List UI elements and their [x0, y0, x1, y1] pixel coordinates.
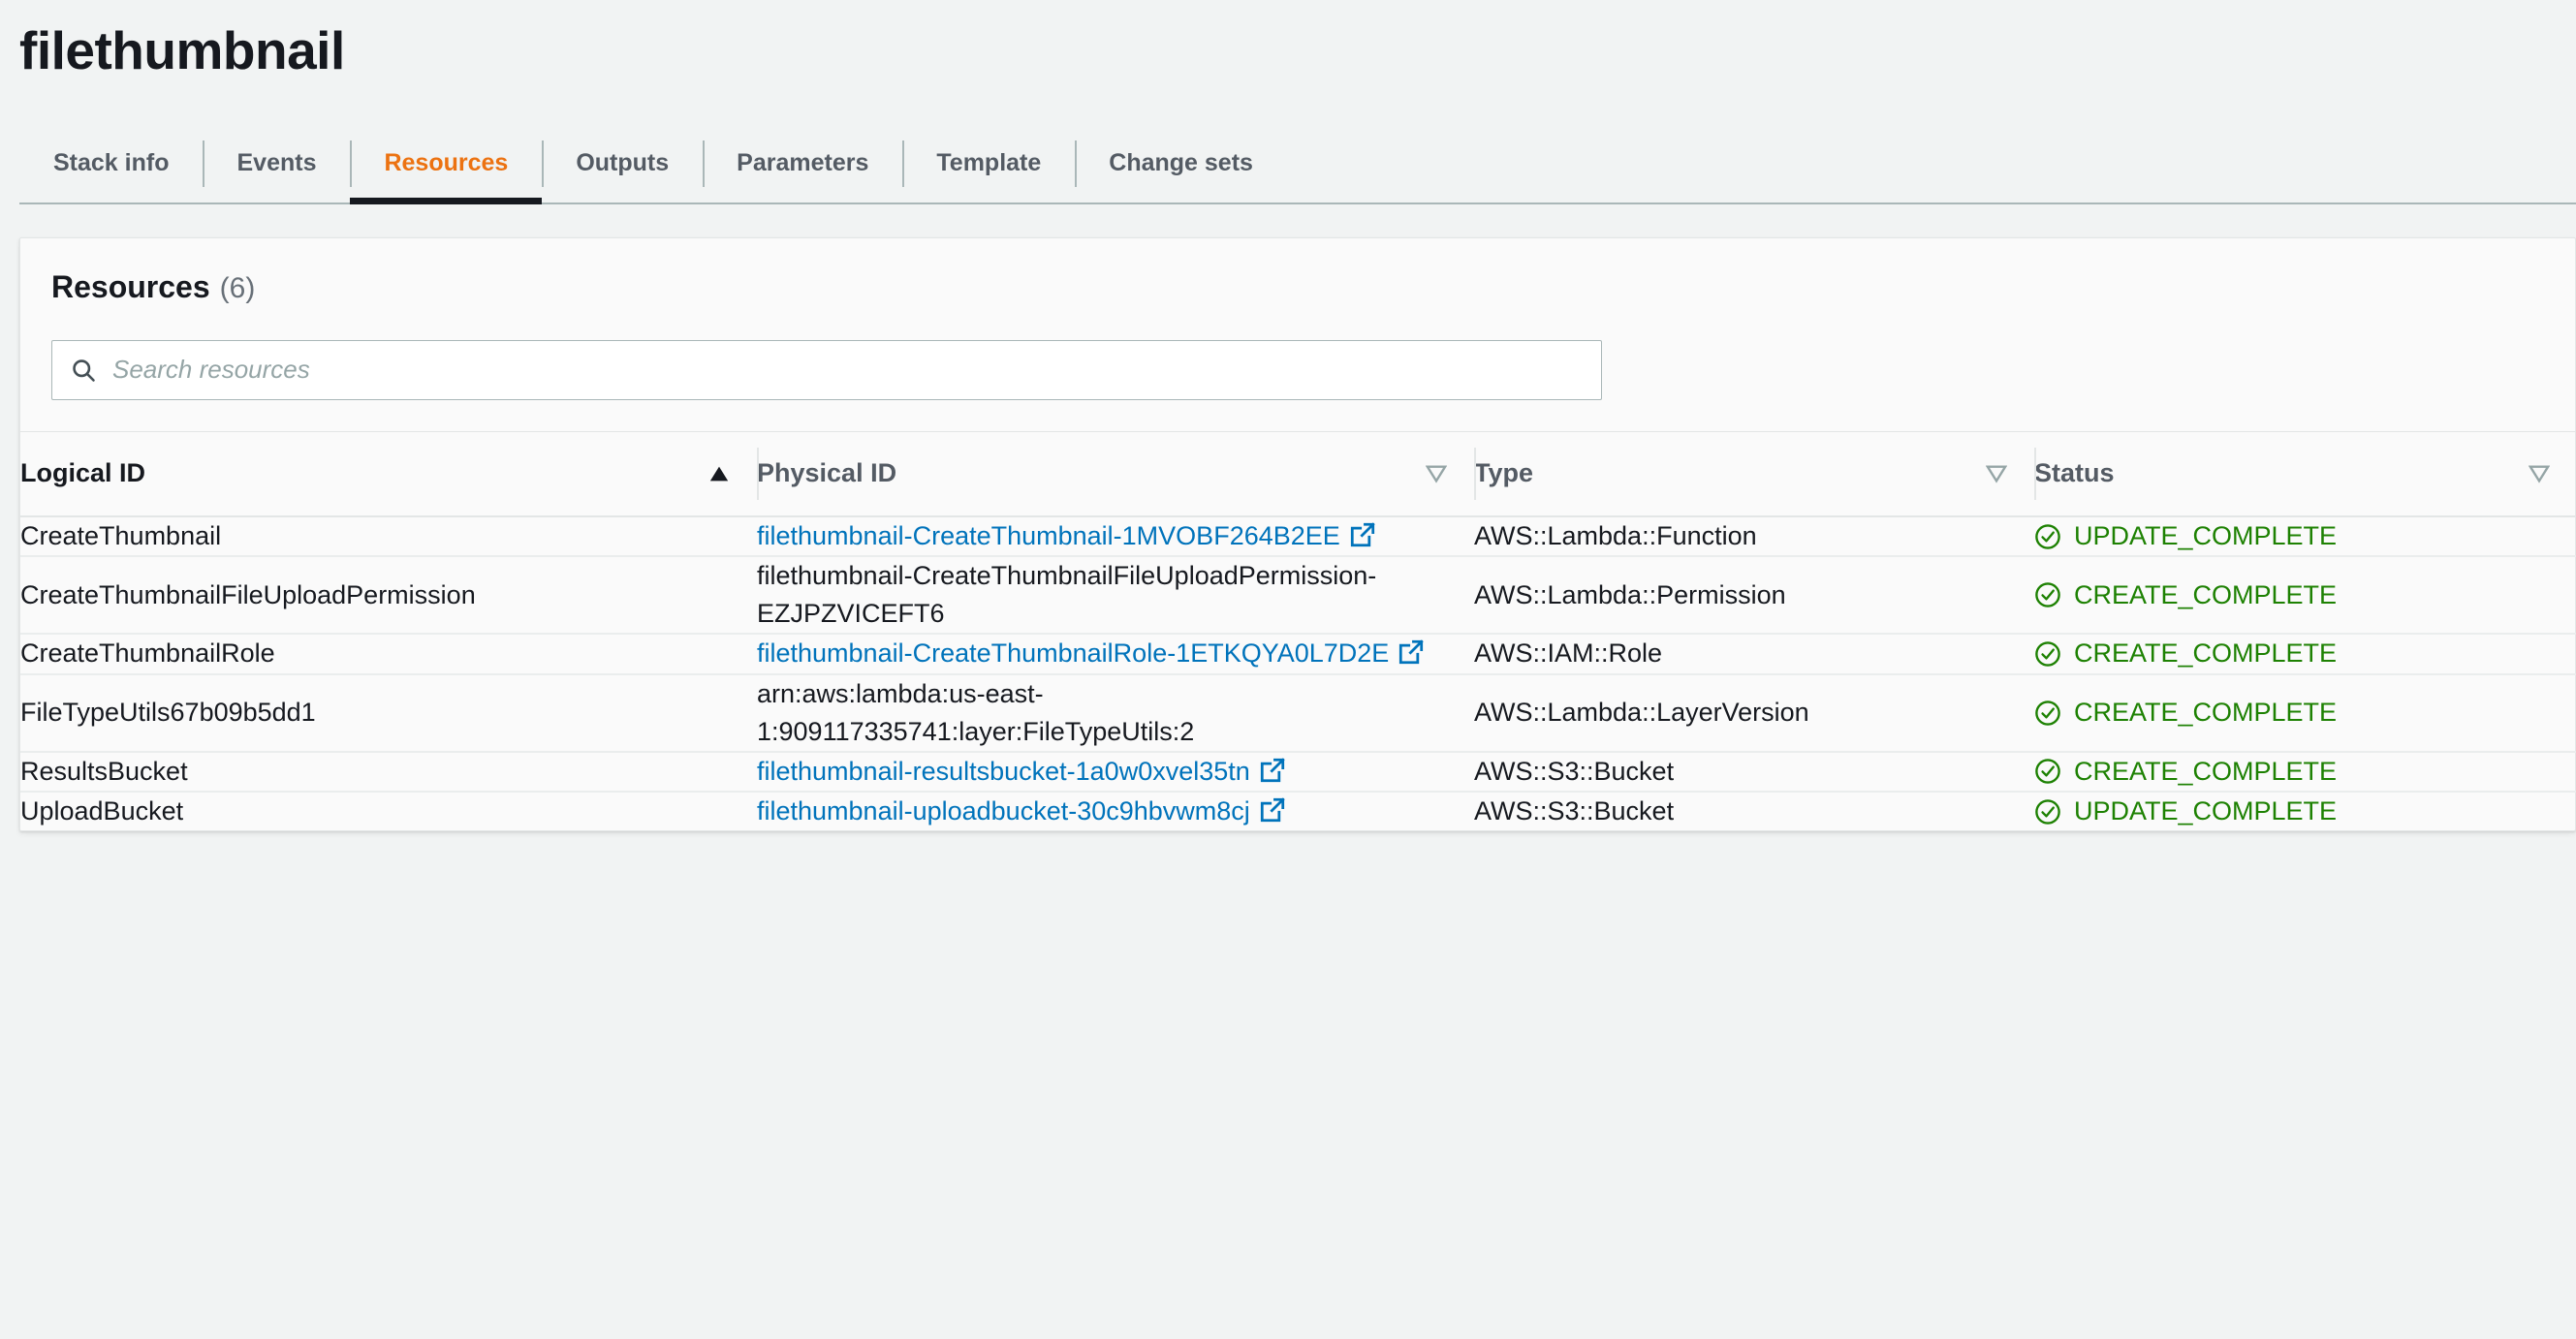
status-text: CREATE_COMPLETE	[2074, 698, 2338, 728]
tab-parameters[interactable]: Parameters	[703, 123, 902, 204]
tab-label: Template	[936, 149, 1042, 176]
panel-title-row: Resources (6)	[51, 269, 2544, 305]
resources-panel-header: Resources (6)	[20, 238, 2575, 305]
page-title: filethumbnail	[19, 20, 345, 80]
cell-type: AWS::IAM::Role	[1474, 638, 1663, 669]
cell-physical-id: arn:aws:lambda:us-east-1:909117335741:la…	[757, 674, 1474, 752]
cell-status: UPDATE_COMPLETE	[2034, 516, 2576, 556]
column-header-label: Type	[1474, 458, 1534, 488]
external-link-icon[interactable]	[1389, 638, 1424, 668]
tab-events[interactable]: Events	[203, 123, 350, 204]
external-link-icon[interactable]	[1250, 757, 1285, 786]
check-circle-icon	[2034, 640, 2061, 668]
table-row: CreateThumbnailFileUploadPermission filet…	[20, 556, 2576, 635]
status-badge: UPDATE_COMPLETE	[2034, 517, 2576, 555]
status-badge: UPDATE_COMPLETE	[2034, 793, 2576, 830]
cell-status: CREATE_COMPLETE	[2034, 752, 2576, 792]
tab-label: Outputs	[576, 149, 670, 176]
tab-bar: Stack info Events Resources Outputs Paramete…	[0, 123, 2576, 204]
physical-id-text: filethumbnail-CreateThumbnailFileUploadP…	[757, 561, 1377, 629]
cell-type: AWS::Lambda::LayerVersion	[1474, 698, 1809, 728]
search-area	[20, 305, 2575, 431]
tab-label: Change sets	[1109, 149, 1253, 176]
cloudformation-stack-detail-page: filethumbnail Stack info Events Resources O…	[0, 0, 2576, 1339]
cell-physical-id: filethumbnail-CreateThumbnail-1MVOBF264B…	[757, 516, 1474, 556]
resources-panel: Resources (6) Logical IDPhysical IDT	[19, 236, 2576, 832]
physical-id-link[interactable]: filethumbnail-uploadbucket-30c9hbvwm8cj	[757, 796, 1250, 825]
external-link-icon[interactable]	[1250, 796, 1285, 825]
search-input[interactable]	[110, 340, 1584, 399]
resource-count: (6)	[219, 271, 256, 304]
physical-id-link[interactable]: filethumbnail-resultsbucket-1a0w0xvel35t…	[757, 757, 1250, 786]
physical-id-link[interactable]: filethumbnail-CreateThumbnailRole-1ETKQY…	[757, 638, 1389, 668]
tab-change-sets[interactable]: Change sets	[1075, 123, 1287, 204]
table-body: CreateThumbnail filethumbnail-CreateThumb…	[20, 516, 2576, 830]
table-row: UploadBucket filethumbnail-uploadbucket-3…	[20, 792, 2576, 830]
status-text: CREATE_COMPLETE	[2074, 756, 2338, 786]
search-box[interactable]	[51, 339, 1602, 400]
cell-logical-id: CreateThumbnailFileUploadPermission	[20, 579, 476, 609]
physical-id-text: arn:aws:lambda:us-east-1:909117335741:la…	[757, 678, 1195, 746]
cell-type: AWS::Lambda::Permission	[1474, 579, 1786, 609]
status-badge: CREATE_COMPLETE	[2034, 576, 2576, 614]
tab-stack-info[interactable]: Stack info	[19, 123, 203, 204]
cell-type: AWS::S3::Bucket	[1474, 795, 1675, 825]
physical-id-link[interactable]: filethumbnail-CreateThumbnail-1MVOBF264B…	[757, 521, 1340, 550]
check-circle-icon	[2034, 700, 2061, 727]
check-circle-icon	[2034, 523, 2061, 550]
table-row: CreateThumbnailRole filethumbnail-CreateT…	[20, 634, 2576, 674]
status-text: CREATE_COMPLETE	[2074, 579, 2338, 609]
status-text: CREATE_COMPLETE	[2074, 638, 2338, 669]
status-text: UPDATE_COMPLETE	[2074, 795, 2338, 825]
table-header: Logical ID Physical ID Type Status	[20, 431, 2576, 516]
status-text: UPDATE_COMPLETE	[2074, 521, 2338, 550]
cell-status: UPDATE_COMPLETE	[2034, 792, 2576, 830]
cell-type: AWS::Lambda::Function	[1474, 521, 1757, 550]
column-header-physical-id[interactable]: Physical ID	[757, 431, 1474, 516]
check-circle-icon	[2034, 798, 2061, 825]
check-circle-icon	[2034, 758, 2061, 785]
tab-label: Parameters	[737, 149, 869, 176]
column-header-status[interactable]: Status	[2034, 431, 2576, 516]
cell-logical-id: UploadBucket	[20, 795, 184, 825]
table-header-row: Logical ID Physical ID Type Status	[20, 431, 2576, 516]
tab-label: Stack info	[53, 149, 170, 176]
cell-logical-id: CreateThumbnail	[20, 521, 222, 550]
column-header-label: Status	[2034, 458, 2115, 488]
table-row: CreateThumbnail filethumbnail-CreateThumb…	[20, 516, 2576, 557]
column-header-label: Physical ID	[757, 458, 897, 488]
cell-logical-id: ResultsBucket	[20, 756, 188, 786]
column-header-type[interactable]: Type	[1474, 431, 2034, 516]
status-badge: CREATE_COMPLETE	[2034, 694, 2576, 732]
tab-label: Resources	[384, 149, 509, 176]
status-badge: CREATE_COMPLETE	[2034, 635, 2576, 672]
resources-table: Logical ID Physical ID Type Status CreateTh…	[20, 431, 2576, 831]
cell-physical-id: filethumbnail-CreateThumbnailFileUploadP…	[757, 556, 1474, 634]
status-badge: CREATE_COMPLETE	[2034, 753, 2576, 791]
cell-logical-id: FileTypeUtils67b09b5dd1	[20, 698, 316, 728]
cell-physical-id: filethumbnail-resultsbucket-1a0w0xvel35t…	[757, 752, 1474, 792]
cell-physical-id: filethumbnail-CreateThumbnailRole-1ETKQY…	[757, 634, 1474, 673]
tab-template[interactable]: Template	[902, 123, 1075, 204]
cell-type: AWS::S3::Bucket	[1474, 756, 1675, 786]
cell-status: CREATE_COMPLETE	[2034, 674, 2576, 752]
tab-label: Events	[236, 149, 317, 176]
check-circle-icon	[2034, 581, 2061, 608]
column-header-logical-id[interactable]: Logical ID	[20, 431, 757, 516]
table-row: FileTypeUtils67b09b5dd1 arn:aws:lambda:us…	[20, 674, 2576, 752]
external-link-icon[interactable]	[1340, 521, 1375, 550]
column-header-label: Logical ID	[20, 458, 146, 488]
panel-title: Resources	[51, 268, 210, 304]
cell-status: CREATE_COMPLETE	[2034, 556, 2576, 634]
tab-outputs[interactable]: Outputs	[542, 123, 703, 204]
cell-physical-id: filethumbnail-uploadbucket-30c9hbvwm8cj	[757, 792, 1474, 830]
search-icon	[70, 357, 97, 384]
cell-status: CREATE_COMPLETE	[2034, 634, 2576, 673]
tab-resources[interactable]: Resources	[350, 123, 543, 204]
table-row: ResultsBucket filethumbnail-resultsbucket…	[20, 752, 2576, 792]
cell-logical-id: CreateThumbnailRole	[20, 638, 275, 669]
